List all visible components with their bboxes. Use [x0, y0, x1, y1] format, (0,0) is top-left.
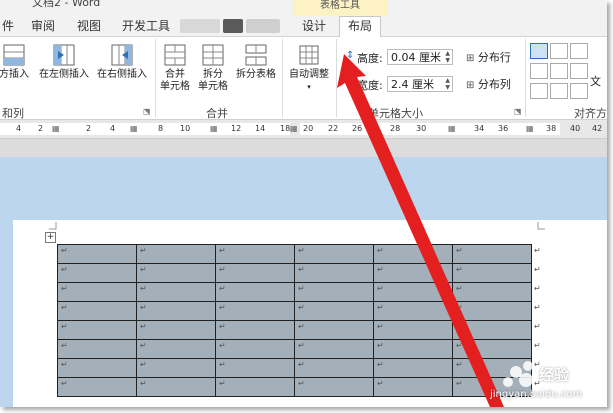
watermark-url: jingyan.baidu.com: [490, 389, 583, 400]
red-arrow-annotation: [337, 54, 504, 407]
word-window: 文档2 - Word 表格工具 件 审阅 视图 开发工具 设计 布局 方插入 在…: [0, 0, 607, 407]
watermark-text: 经验: [539, 366, 570, 384]
